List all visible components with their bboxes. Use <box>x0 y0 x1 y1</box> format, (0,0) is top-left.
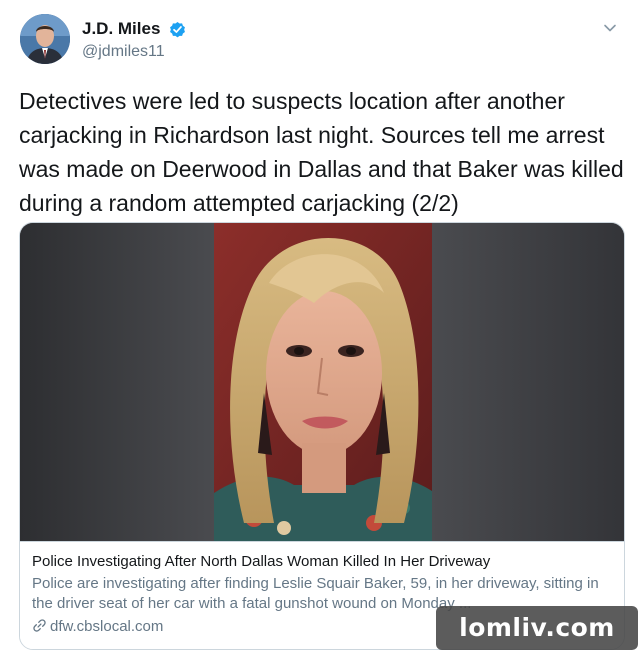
chevron-down-icon[interactable] <box>600 18 620 38</box>
display-name[interactable]: J.D. Miles <box>82 18 160 40</box>
tweet: J.D. Miles @jdmiles11 Detectives were le… <box>0 0 640 652</box>
avatar-image <box>20 14 70 64</box>
author-names: J.D. Miles @jdmiles11 <box>82 18 187 63</box>
card-image[interactable] <box>20 223 624 541</box>
link-card[interactable]: Police Investigating After North Dallas … <box>19 222 625 650</box>
avatar[interactable] <box>20 14 70 64</box>
tweet-header: J.D. Miles @jdmiles11 <box>20 14 620 70</box>
tweet-text: Detectives were led to suspects location… <box>19 88 624 216</box>
watermark: lomliv.com <box>436 606 638 650</box>
card-title[interactable]: Police Investigating After North Dallas … <box>32 552 614 572</box>
card-image-backdrop-left <box>20 223 214 541</box>
verified-badge-icon <box>169 21 185 37</box>
card-photo <box>214 223 432 541</box>
card-image-backdrop-right <box>432 223 624 541</box>
link-icon <box>33 619 46 632</box>
card-domain-text: dfw.cbslocal.com <box>50 618 164 635</box>
author-handle[interactable]: @jdmiles11 <box>82 41 187 63</box>
